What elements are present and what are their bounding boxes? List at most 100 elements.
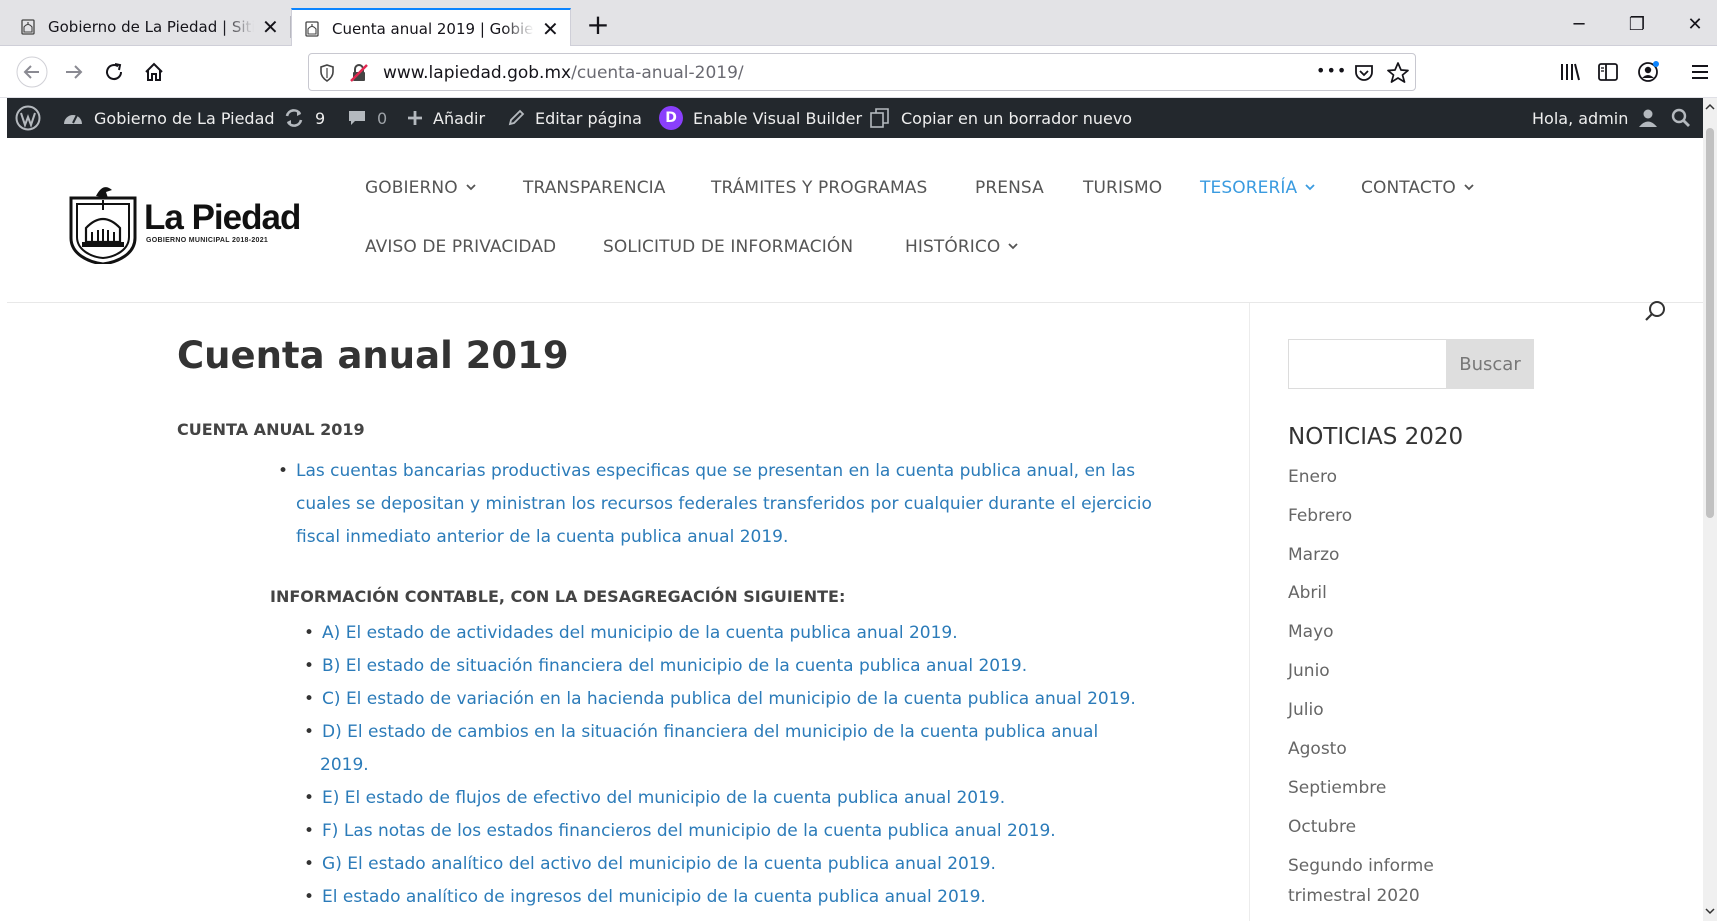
- scroll-down-arrow-icon[interactable]: [1705, 906, 1715, 916]
- menu-item-tramites[interactable]: TRÁMITES Y PROGRAMAS: [711, 178, 927, 198]
- close-icon[interactable]: ✕: [542, 19, 559, 39]
- sidebar-item-segundo-informe[interactable]: Segundo informe: [1288, 856, 1434, 876]
- sidebar-item-octubre[interactable]: Octubre: [1288, 817, 1356, 837]
- logo-subtitle: GOBIERNO MUNICIPAL 2018-2021: [146, 237, 269, 244]
- list-item-link[interactable]: F) Las notas de los estados financieros …: [322, 821, 1056, 841]
- list-item-link[interactable]: D) El estado de cambios en la situación …: [322, 722, 1098, 742]
- close-icon[interactable]: ✕: [262, 17, 279, 37]
- intro-link[interactable]: Las cuentas bancarias productivas especi…: [296, 455, 1176, 554]
- wp-site-name-item[interactable]: Gobierno de La Piedad: [62, 98, 275, 138]
- menu-item-historico[interactable]: HISTÓRICO: [905, 237, 1018, 257]
- wp-visual-builder-item[interactable]: D Enable Visual Builder: [659, 98, 862, 138]
- menu-item-solicitud-informacion[interactable]: SOLICITUD DE INFORMACIÓN: [603, 237, 853, 257]
- sidebar-item-agosto[interactable]: Agosto: [1288, 739, 1347, 759]
- list-item-continuation[interactable]: 2019.: [320, 749, 369, 782]
- wp-search-button[interactable]: [1671, 98, 1701, 138]
- menu-item-contacto[interactable]: CONTACTO: [1361, 178, 1474, 198]
- bullet: •: [304, 722, 315, 742]
- list-item-link[interactable]: B) El estado de situación financiera del…: [322, 656, 1027, 676]
- sidebar-item-enero[interactable]: Enero: [1288, 467, 1337, 487]
- restore-window-button[interactable]: ❐: [1622, 12, 1652, 38]
- page-actions-more-icon[interactable]: •••: [1316, 61, 1347, 80]
- list-item-link[interactable]: E) El estado de flujos de efectivo del m…: [322, 788, 1005, 808]
- pocket-icon[interactable]: [1353, 62, 1375, 84]
- menu-item-prensa[interactable]: PRENSA: [975, 178, 1044, 198]
- list-item[interactable]: • C) El estado de variación en la haciend…: [304, 683, 1136, 716]
- shield-icon[interactable]: [319, 64, 335, 82]
- chevron-down-icon: [1305, 184, 1315, 191]
- url-text[interactable]: www.lapiedad.gob.mx/cuenta-anual-2019/: [383, 63, 744, 83]
- sidebar-toggle-button[interactable]: [1592, 56, 1624, 88]
- search-input[interactable]: [1288, 339, 1446, 389]
- sidebar-item-julio[interactable]: Julio: [1288, 700, 1324, 720]
- menu-item-gobierno[interactable]: GOBIERNO: [365, 178, 476, 198]
- sidebar-item-junio[interactable]: Junio: [1288, 661, 1330, 681]
- forward-button[interactable]: [58, 56, 90, 88]
- sidebar-item-febrero[interactable]: Febrero: [1288, 506, 1352, 526]
- coat-of-arms-icon: [69, 187, 137, 264]
- list-item[interactable]: • G) El estado analítico del activo del m…: [304, 848, 996, 881]
- browser-tab-inicio[interactable]: Gobierno de La Piedad | Sitio Web Oficia…: [8, 8, 290, 46]
- minimize-window-button[interactable]: ─: [1564, 12, 1594, 38]
- sidebar-item-segundo-informe-cont[interactable]: trimestral 2020: [1288, 886, 1420, 906]
- list-item[interactable]: • D) El estado de cambios en la situación…: [304, 716, 1098, 749]
- menu-item-turismo[interactable]: TURISMO: [1083, 178, 1162, 198]
- comment-icon: [349, 111, 365, 125]
- wp-edit-page-item[interactable]: Editar página: [507, 98, 642, 138]
- sidebar-item-septiembre[interactable]: Septiembre: [1288, 778, 1386, 798]
- bookmark-star-icon[interactable]: [1386, 61, 1410, 85]
- home-button[interactable]: [138, 56, 170, 88]
- wp-comments-item[interactable]: 0: [347, 98, 387, 138]
- list-item[interactable]: • A) El estado de actividades del municip…: [304, 617, 958, 650]
- url-bar[interactable]: www.lapiedad.gob.mx/cuenta-anual-2019/ •…: [308, 53, 1416, 91]
- account-button[interactable]: [1632, 56, 1664, 88]
- library-button[interactable]: [1554, 56, 1586, 88]
- site-logo[interactable]: La Piedad GOBIERNO MUNICIPAL 2018-2021: [68, 180, 318, 264]
- list-item[interactable]: • B) El estado de situación financiera de…: [304, 650, 1027, 683]
- menu-item-aviso-privacidad[interactable]: AVISO DE PRIVACIDAD: [365, 237, 556, 257]
- list-item[interactable]: • F) Las notas de los estados financieros…: [304, 815, 1056, 848]
- page-scrollbar[interactable]: [1703, 98, 1717, 921]
- chevron-down-icon: [1008, 243, 1018, 250]
- browser-tab-cuenta-anual[interactable]: Cuenta anual 2019 | Gobierno de La Pieda…: [291, 8, 571, 47]
- wordpress-logo-button[interactable]: [15, 98, 51, 138]
- scroll-thumb[interactable]: [1706, 128, 1714, 518]
- list-item-link[interactable]: El estado analítico de ingresos del muni…: [322, 887, 986, 907]
- list-item-link[interactable]: C) El estado de variación en la hacienda…: [322, 689, 1136, 709]
- insecure-lock-icon[interactable]: [349, 63, 369, 83]
- wp-visual-builder-label: Enable Visual Builder: [693, 108, 863, 128]
- browser-tab-title: Cuenta anual 2019 | Gobierno de La Pieda…: [332, 19, 534, 38]
- search-button[interactable]: Buscar: [1446, 339, 1534, 389]
- hamburger-menu-icon: [1692, 65, 1708, 79]
- menu-item-transparencia[interactable]: TRANSPARENCIA: [523, 178, 666, 198]
- account-icon: [1638, 61, 1659, 82]
- reload-icon: [106, 63, 123, 81]
- list-item[interactable]: • El estado analítico de ingresos del mun…: [304, 881, 986, 914]
- copy-icon: [870, 108, 889, 128]
- site-search-icon[interactable]: [1643, 299, 1667, 323]
- scroll-up-arrow-icon[interactable]: [1705, 102, 1715, 112]
- menu-item-tesoreria[interactable]: TESORERÍA: [1200, 178, 1315, 198]
- forward-arrow-icon: [66, 65, 83, 79]
- list-item-link[interactable]: A) El estado de actividades del municipi…: [322, 623, 958, 643]
- sidebar-item-mayo[interactable]: Mayo: [1288, 622, 1334, 642]
- dashboard-gauge-icon: [64, 114, 82, 124]
- list-item[interactable]: • E) El estado de flujos de efectivo del …: [304, 782, 1005, 815]
- list-item-link[interactable]: G) El estado analítico del activo del mu…: [322, 854, 996, 874]
- app-menu-button[interactable]: [1684, 56, 1716, 88]
- wp-add-new-item[interactable]: Añadir: [407, 98, 485, 138]
- sidebar-item-marzo[interactable]: Marzo: [1288, 545, 1339, 565]
- back-button[interactable]: [16, 56, 48, 88]
- url-path: /cuenta-anual-2019/: [571, 63, 744, 83]
- reload-button[interactable]: [98, 56, 130, 88]
- wp-copy-draft-item[interactable]: Copiar en un borrador nuevo: [869, 98, 1132, 138]
- library-icon: [1561, 63, 1580, 81]
- divi-logo-icon: D: [659, 106, 683, 130]
- wp-updates-item[interactable]: 9: [283, 98, 325, 138]
- sidebar-item-abril[interactable]: Abril: [1288, 583, 1327, 603]
- widget-title: NOTICIAS 2020: [1288, 424, 1464, 450]
- wordpress-icon: [15, 105, 41, 131]
- wp-my-account-item[interactable]: Hola, admin: [1532, 98, 1668, 138]
- close-window-button[interactable]: ✕: [1680, 12, 1710, 38]
- new-tab-button[interactable]: +: [584, 11, 612, 40]
